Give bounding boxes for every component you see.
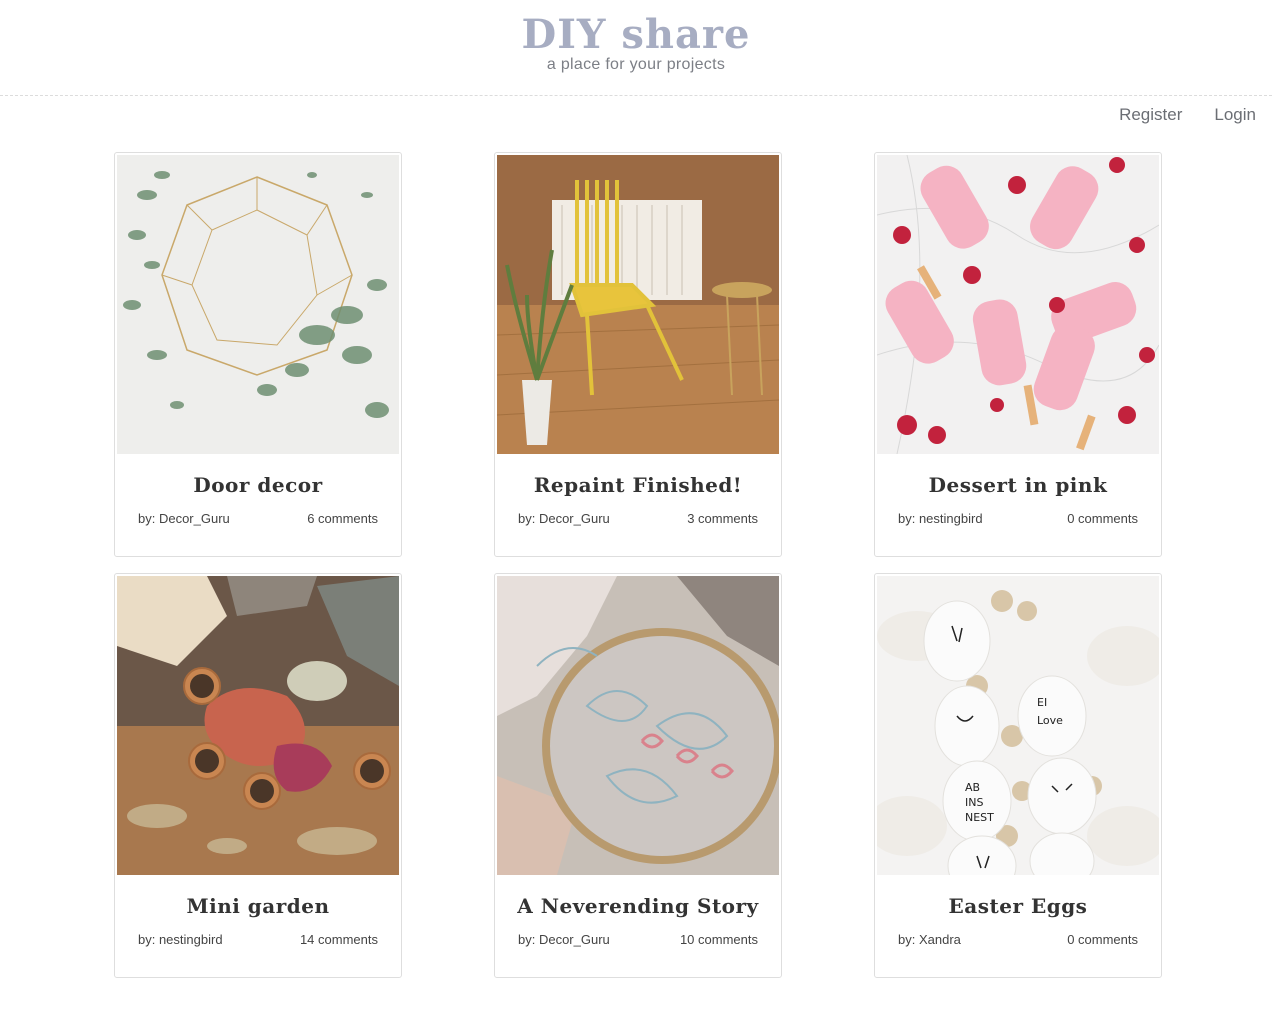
register-link[interactable]: Register bbox=[1119, 104, 1182, 126]
top-nav: Register Login bbox=[1119, 104, 1256, 126]
svg-text:INS: INS bbox=[965, 796, 983, 809]
svg-text:NEST: NEST bbox=[965, 811, 994, 824]
project-card[interactable]: A Neverending Story by: Decor_Guru 10 co… bbox=[494, 573, 782, 978]
project-meta: by: nestingbird 0 comments bbox=[877, 511, 1159, 526]
site-tagline: a place for your projects bbox=[546, 56, 726, 73]
project-title[interactable]: A Neverending Story bbox=[497, 894, 779, 918]
project-grid: Door decor by: Decor_Guru 6 comments Rep… bbox=[114, 152, 1162, 978]
project-image[interactable] bbox=[497, 576, 779, 875]
project-author: by: Decor_Guru bbox=[138, 511, 230, 526]
project-image[interactable] bbox=[877, 155, 1159, 454]
project-image[interactable] bbox=[117, 155, 399, 454]
project-comments: 0 comments bbox=[1067, 932, 1138, 947]
project-card[interactable]: Repaint Finished! by: Decor_Guru 3 comme… bbox=[494, 152, 782, 557]
project-author: by: nestingbird bbox=[138, 932, 223, 947]
project-title[interactable]: Mini garden bbox=[117, 894, 399, 918]
project-meta: by: Decor_Guru 6 comments bbox=[117, 511, 399, 526]
project-meta: by: Xandra 0 comments bbox=[877, 932, 1159, 947]
site-logo[interactable]: DIY share bbox=[0, 12, 1272, 58]
project-image[interactable] bbox=[117, 576, 399, 875]
project-comments: 0 comments bbox=[1067, 511, 1138, 526]
project-title[interactable]: Dessert in pink bbox=[877, 473, 1159, 497]
login-link[interactable]: Login bbox=[1214, 104, 1256, 126]
project-meta: by: nestingbird 14 comments bbox=[117, 932, 399, 947]
svg-text:Love: Love bbox=[1037, 714, 1063, 727]
project-author: by: Decor_Guru bbox=[518, 932, 610, 947]
project-title[interactable]: Door decor bbox=[117, 473, 399, 497]
project-meta: by: Decor_Guru 10 comments bbox=[497, 932, 779, 947]
project-card[interactable]: Door decor by: Decor_Guru 6 comments bbox=[114, 152, 402, 557]
project-comments: 10 comments bbox=[679, 932, 758, 947]
project-comments: 14 comments bbox=[299, 932, 378, 947]
project-card[interactable]: Dessert in pink by: nestingbird 0 commen… bbox=[874, 152, 1162, 557]
project-card[interactable]: EI Love AB INS NEST Easter Eggs by: Xandra … bbox=[874, 573, 1162, 978]
project-image[interactable] bbox=[497, 155, 779, 454]
project-card[interactable]: Mini garden by: nestingbird 14 comments bbox=[114, 573, 402, 978]
project-author: by: Decor_Guru bbox=[518, 511, 610, 526]
project-comments: 6 comments bbox=[307, 511, 378, 526]
project-author: by: nestingbird bbox=[898, 511, 983, 526]
project-title[interactable]: Repaint Finished! bbox=[497, 473, 779, 497]
project-comments: 3 comments bbox=[687, 511, 758, 526]
project-author: by: Xandra bbox=[898, 932, 961, 947]
project-image[interactable]: EI Love AB INS NEST bbox=[877, 576, 1159, 875]
svg-text:AB: AB bbox=[965, 781, 980, 794]
svg-text:EI: EI bbox=[1037, 696, 1047, 709]
site-header: DIY share a place for your projects bbox=[0, 0, 1272, 96]
project-title[interactable]: Easter Eggs bbox=[877, 894, 1159, 918]
project-meta: by: Decor_Guru 3 comments bbox=[497, 511, 779, 526]
